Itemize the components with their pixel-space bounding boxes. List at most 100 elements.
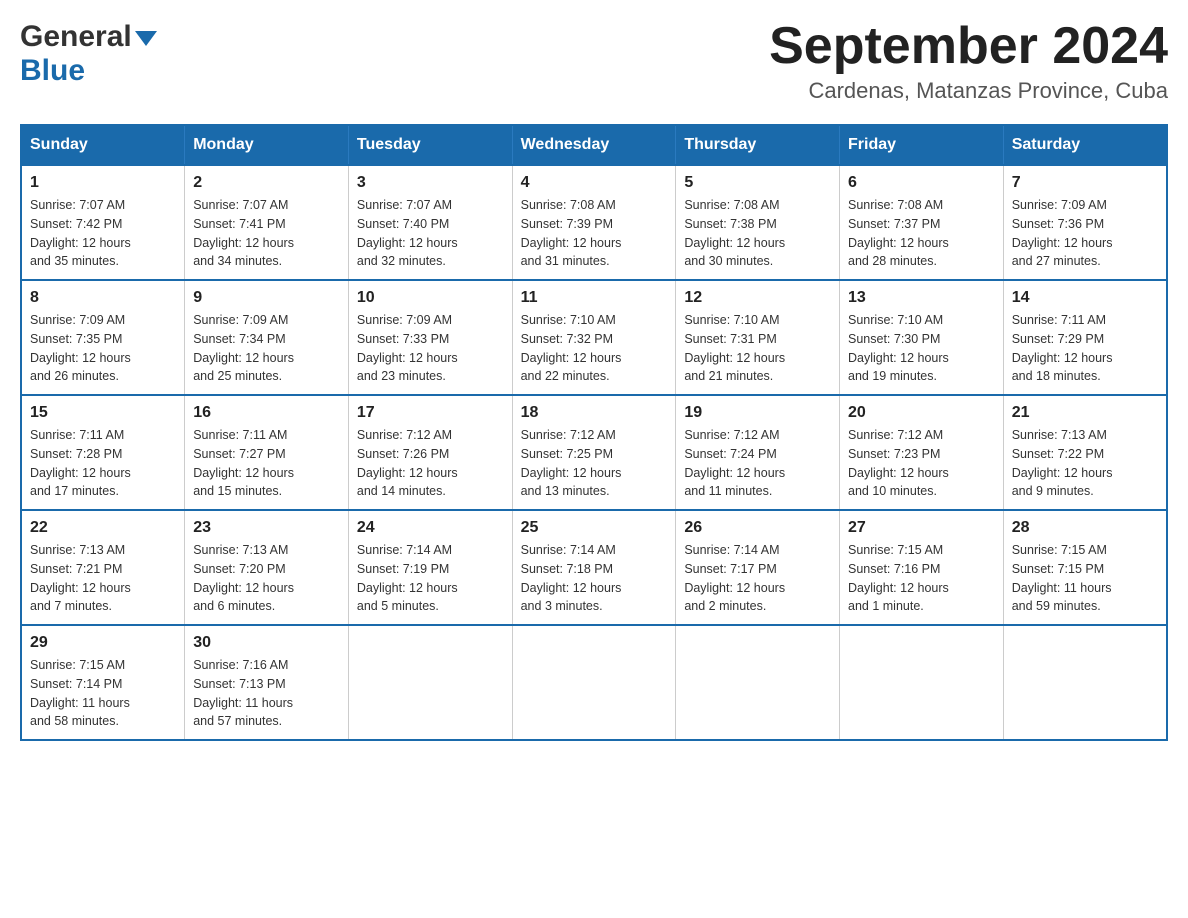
day-full-info: Sunrise: 7:09 AMSunset: 7:36 PMDaylight:… bbox=[1012, 196, 1158, 271]
calendar-cell: 7 Sunrise: 7:09 AMSunset: 7:36 PMDaylight… bbox=[1003, 165, 1167, 280]
column-header-sunday: Sunday bbox=[21, 125, 185, 165]
calendar-cell: 23Sunrise: 7:13 AMSunset: 7:20 PMDayligh… bbox=[185, 510, 349, 625]
day-number: 22 bbox=[30, 519, 176, 537]
calendar-cell: 12Sunrise: 7:10 AMSunset: 7:31 PMDayligh… bbox=[676, 280, 840, 395]
calendar-cell: 10Sunrise: 7:09 AMSunset: 7:33 PMDayligh… bbox=[348, 280, 512, 395]
day-number: 25 bbox=[521, 519, 668, 537]
day-number: 7 bbox=[1012, 174, 1158, 192]
calendar-week-row: 8 Sunrise: 7:09 AMSunset: 7:35 PMDaylight… bbox=[21, 280, 1167, 395]
day-full-info: Sunrise: 7:08 AMSunset: 7:38 PMDaylight:… bbox=[684, 196, 831, 271]
day-full-info: Sunrise: 7:14 AMSunset: 7:19 PMDaylight:… bbox=[357, 541, 504, 616]
day-number: 26 bbox=[684, 519, 831, 537]
day-full-info: Sunrise: 7:08 AMSunset: 7:37 PMDaylight:… bbox=[848, 196, 995, 271]
calendar-cell: 2 Sunrise: 7:07 AMSunset: 7:41 PMDaylight… bbox=[185, 165, 349, 280]
calendar-cell bbox=[348, 625, 512, 740]
calendar-cell: 26 Sunrise: 7:14 AMSunset: 7:17 PMDayligh… bbox=[676, 510, 840, 625]
calendar-week-row: 22 Sunrise: 7:13 AMSunset: 7:21 PMDayligh… bbox=[21, 510, 1167, 625]
day-full-info: Sunrise: 7:12 AMSunset: 7:26 PMDaylight:… bbox=[357, 426, 504, 501]
logo: General Blue bbox=[20, 20, 157, 88]
logo-arrow-icon bbox=[135, 31, 157, 46]
month-title: September 2024 bbox=[769, 20, 1168, 72]
day-number: 3 bbox=[357, 174, 504, 192]
calendar-cell: 29Sunrise: 7:15 AMSunset: 7:14 PMDayligh… bbox=[21, 625, 185, 740]
calendar-cell bbox=[512, 625, 676, 740]
day-full-info: Sunrise: 7:11 AMSunset: 7:29 PMDaylight:… bbox=[1012, 311, 1158, 386]
calendar-cell: 19 Sunrise: 7:12 AMSunset: 7:24 PMDayligh… bbox=[676, 395, 840, 510]
day-number: 27 bbox=[848, 519, 995, 537]
calendar-cell: 21 Sunrise: 7:13 AMSunset: 7:22 PMDayligh… bbox=[1003, 395, 1167, 510]
day-number: 6 bbox=[848, 174, 995, 192]
day-full-info: Sunrise: 7:07 AMSunset: 7:41 PMDaylight:… bbox=[193, 196, 340, 271]
calendar-cell: 16Sunrise: 7:11 AMSunset: 7:27 PMDayligh… bbox=[185, 395, 349, 510]
calendar-cell: 30 Sunrise: 7:16 AMSunset: 7:13 PMDayligh… bbox=[185, 625, 349, 740]
calendar-cell: 11Sunrise: 7:10 AMSunset: 7:32 PMDayligh… bbox=[512, 280, 676, 395]
day-full-info: Sunrise: 7:12 AMSunset: 7:25 PMDaylight:… bbox=[521, 426, 668, 501]
day-number: 18 bbox=[521, 404, 668, 422]
day-number: 17 bbox=[357, 404, 504, 422]
day-full-info: Sunrise: 7:12 AMSunset: 7:24 PMDaylight:… bbox=[684, 426, 831, 501]
day-full-info: Sunrise: 7:14 AMSunset: 7:18 PMDaylight:… bbox=[521, 541, 668, 616]
day-number: 20 bbox=[848, 404, 995, 422]
day-number: 4 bbox=[521, 174, 668, 192]
column-header-thursday: Thursday bbox=[676, 125, 840, 165]
column-header-wednesday: Wednesday bbox=[512, 125, 676, 165]
calendar-cell: 1Sunrise: 7:07 AMSunset: 7:42 PMDaylight… bbox=[21, 165, 185, 280]
calendar-cell: 5 Sunrise: 7:08 AMSunset: 7:38 PMDaylight… bbox=[676, 165, 840, 280]
day-number: 19 bbox=[684, 404, 831, 422]
day-full-info: Sunrise: 7:16 AMSunset: 7:13 PMDaylight:… bbox=[193, 656, 340, 731]
day-number: 21 bbox=[1012, 404, 1158, 422]
logo-blue-text: Blue bbox=[20, 54, 85, 88]
calendar-week-row: 29Sunrise: 7:15 AMSunset: 7:14 PMDayligh… bbox=[21, 625, 1167, 740]
day-full-info: Sunrise: 7:12 AMSunset: 7:23 PMDaylight:… bbox=[848, 426, 995, 501]
calendar-cell: 9 Sunrise: 7:09 AMSunset: 7:34 PMDaylight… bbox=[185, 280, 349, 395]
day-full-info: Sunrise: 7:07 AMSunset: 7:40 PMDaylight:… bbox=[357, 196, 504, 271]
calendar-cell: 6 Sunrise: 7:08 AMSunset: 7:37 PMDaylight… bbox=[840, 165, 1004, 280]
day-full-info: Sunrise: 7:11 AMSunset: 7:28 PMDaylight:… bbox=[30, 426, 176, 501]
day-number: 8 bbox=[30, 289, 176, 307]
calendar-cell: 25 Sunrise: 7:14 AMSunset: 7:18 PMDayligh… bbox=[512, 510, 676, 625]
day-full-info: Sunrise: 7:13 AMSunset: 7:22 PMDaylight:… bbox=[1012, 426, 1158, 501]
day-full-info: Sunrise: 7:09 AMSunset: 7:34 PMDaylight:… bbox=[193, 311, 340, 386]
day-number: 30 bbox=[193, 634, 340, 652]
day-full-info: Sunrise: 7:14 AMSunset: 7:17 PMDaylight:… bbox=[684, 541, 831, 616]
day-full-info: Sunrise: 7:15 AMSunset: 7:16 PMDaylight:… bbox=[848, 541, 995, 616]
day-number: 13 bbox=[848, 289, 995, 307]
day-number: 28 bbox=[1012, 519, 1158, 537]
day-number: 10 bbox=[357, 289, 504, 307]
day-number: 16 bbox=[193, 404, 340, 422]
calendar-cell: 20 Sunrise: 7:12 AMSunset: 7:23 PMDayligh… bbox=[840, 395, 1004, 510]
day-number: 12 bbox=[684, 289, 831, 307]
calendar-table: SundayMondayTuesdayWednesdayThursdayFrid… bbox=[20, 124, 1168, 741]
column-header-monday: Monday bbox=[185, 125, 349, 165]
day-full-info: Sunrise: 7:15 AMSunset: 7:15 PMDaylight:… bbox=[1012, 541, 1158, 616]
day-number: 29 bbox=[30, 634, 176, 652]
calendar-cell: 14 Sunrise: 7:11 AMSunset: 7:29 PMDayligh… bbox=[1003, 280, 1167, 395]
day-number: 5 bbox=[684, 174, 831, 192]
column-header-saturday: Saturday bbox=[1003, 125, 1167, 165]
calendar-header-row: SundayMondayTuesdayWednesdayThursdayFrid… bbox=[21, 125, 1167, 165]
calendar-cell: 15 Sunrise: 7:11 AMSunset: 7:28 PMDayligh… bbox=[21, 395, 185, 510]
day-full-info: Sunrise: 7:13 AMSunset: 7:21 PMDaylight:… bbox=[30, 541, 176, 616]
calendar-cell: 17 Sunrise: 7:12 AMSunset: 7:26 PMDayligh… bbox=[348, 395, 512, 510]
page-header: General Blue September 2024 Cardenas, Ma… bbox=[20, 20, 1168, 104]
location-subtitle: Cardenas, Matanzas Province, Cuba bbox=[769, 78, 1168, 104]
calendar-cell: 18 Sunrise: 7:12 AMSunset: 7:25 PMDayligh… bbox=[512, 395, 676, 510]
calendar-cell: 28 Sunrise: 7:15 AMSunset: 7:15 PMDayligh… bbox=[1003, 510, 1167, 625]
calendar-cell: 4Sunrise: 7:08 AMSunset: 7:39 PMDaylight… bbox=[512, 165, 676, 280]
day-full-info: Sunrise: 7:13 AMSunset: 7:20 PMDaylight:… bbox=[193, 541, 340, 616]
day-number: 2 bbox=[193, 174, 340, 192]
day-number: 9 bbox=[193, 289, 340, 307]
calendar-cell: 3 Sunrise: 7:07 AMSunset: 7:40 PMDaylight… bbox=[348, 165, 512, 280]
column-header-tuesday: Tuesday bbox=[348, 125, 512, 165]
logo-general-text: General bbox=[20, 20, 132, 54]
day-number: 14 bbox=[1012, 289, 1158, 307]
calendar-week-row: 15 Sunrise: 7:11 AMSunset: 7:28 PMDayligh… bbox=[21, 395, 1167, 510]
calendar-cell: 8 Sunrise: 7:09 AMSunset: 7:35 PMDaylight… bbox=[21, 280, 185, 395]
calendar-cell bbox=[840, 625, 1004, 740]
day-full-info: Sunrise: 7:09 AMSunset: 7:35 PMDaylight:… bbox=[30, 311, 176, 386]
day-number: 11 bbox=[521, 289, 668, 307]
calendar-week-row: 1Sunrise: 7:07 AMSunset: 7:42 PMDaylight… bbox=[21, 165, 1167, 280]
calendar-cell: 24Sunrise: 7:14 AMSunset: 7:19 PMDayligh… bbox=[348, 510, 512, 625]
day-number: 15 bbox=[30, 404, 176, 422]
day-full-info: Sunrise: 7:10 AMSunset: 7:30 PMDaylight:… bbox=[848, 311, 995, 386]
